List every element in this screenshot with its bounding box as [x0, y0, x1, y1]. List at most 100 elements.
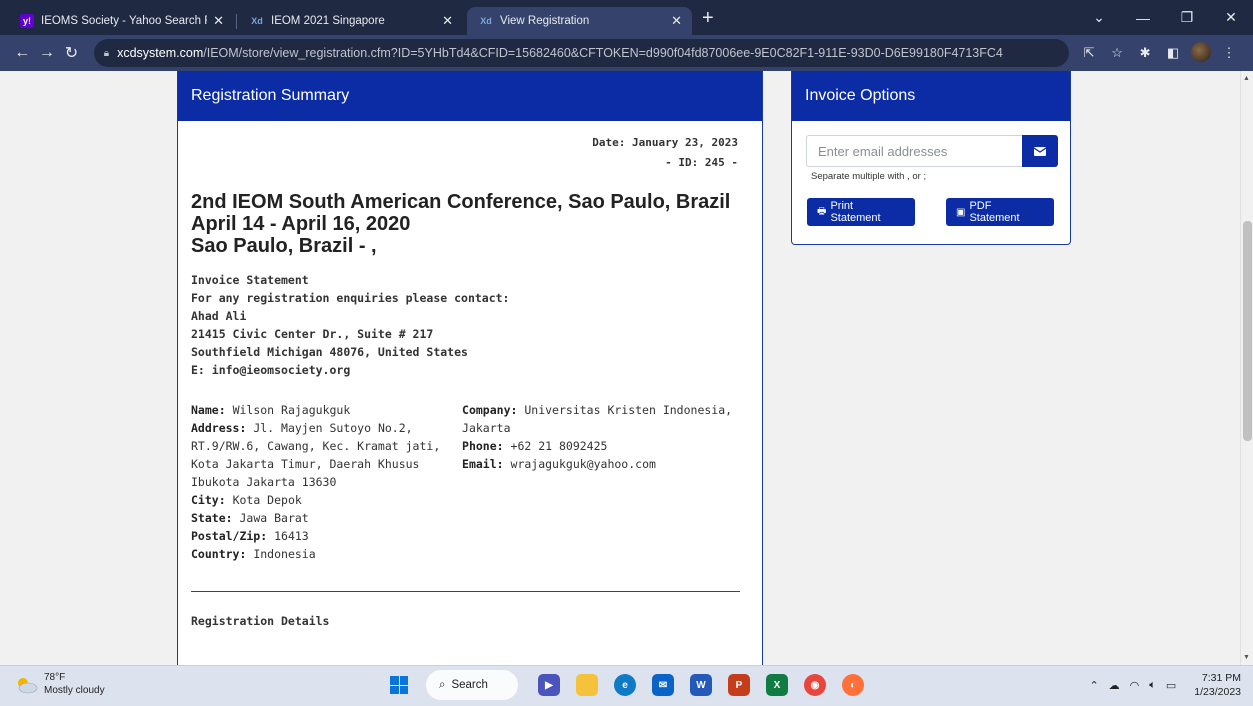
clock[interactable]: 7:31 PM 1/23/2023	[1194, 671, 1241, 699]
conference-dates: April 14 - April 16, 2020	[191, 213, 411, 235]
onedrive-icon[interactable]: ☁	[1109, 679, 1120, 692]
back-arrow-icon[interactable]: ←	[10, 44, 35, 62]
invoice-statement-label: Invoice Statement	[191, 273, 309, 287]
extensions-puzzle-icon[interactable]: ✱	[1131, 45, 1159, 61]
close-icon[interactable]: ✕	[213, 13, 224, 29]
contact-block: Invoice Statement For any registration e…	[191, 271, 738, 379]
windows-taskbar: 78°F Mostly cloudy ⌕ Search ▶ e ✉ W P X …	[0, 665, 1253, 706]
powerpoint-icon[interactable]: P	[728, 674, 750, 696]
email-hint: Separate multiple with , or ;	[811, 171, 927, 182]
forward-arrow-icon[interactable]: →	[35, 44, 60, 62]
volume-icon[interactable]: 🔈︎	[1149, 679, 1156, 692]
weather-condition: Mostly cloudy	[44, 685, 105, 696]
search-label: Search	[451, 679, 488, 691]
state-field: State: Jawa Barat	[191, 511, 309, 525]
edge-icon[interactable]: e	[614, 674, 636, 696]
conference-location: Sao Paulo, Brazil - ,	[191, 235, 377, 257]
share-icon[interactable]: ⇱	[1075, 45, 1103, 61]
profile-avatar[interactable]	[1187, 41, 1215, 65]
close-icon[interactable]: ✕	[671, 13, 682, 29]
browser-tab-strip: y! IEOMS Society - Yahoo Search Re ✕ Xd …	[0, 0, 1253, 35]
file-explorer-icon[interactable]	[576, 674, 598, 696]
conference-name: 2nd IEOM South American Conference, Sao …	[191, 191, 731, 213]
print-statement-button[interactable]: 🖶︎ Print Statement	[807, 198, 915, 226]
company-field: Company: Universitas Kristen Indonesia, …	[462, 403, 733, 435]
firefox-icon[interactable]: ◐	[842, 674, 864, 696]
search-icon: ⌕	[439, 678, 446, 691]
registrant-left-column: Name: Wilson Rajagukguk Address: Jl. May…	[191, 401, 462, 563]
registrant-details: Name: Wilson Rajagukguk Address: Jl. May…	[191, 401, 738, 563]
scrollbar-thumb[interactable]	[1243, 221, 1252, 441]
panel-header: Registration Summary	[178, 71, 762, 121]
clock-date: 1/23/2023	[1194, 686, 1241, 698]
close-icon[interactable]: ✕	[442, 13, 453, 29]
tab-yahoo-search[interactable]: y! IEOMS Society - Yahoo Search Re ✕	[8, 7, 237, 35]
windows-start-icon[interactable]	[390, 676, 408, 694]
tab-title: View Registration	[500, 15, 590, 27]
address-bar[interactable]: 🔒︎ xcdsystem.com/IEOM/store/view_registr…	[93, 39, 1070, 67]
chrome-icon[interactable]: ◉	[804, 674, 826, 696]
teams-icon[interactable]: ▶	[538, 674, 560, 696]
pdf-statement-button[interactable]: ▣ PDF Statement	[946, 198, 1054, 226]
country-field: Country: Indonesia	[191, 547, 316, 561]
temperature: 78°F	[44, 672, 66, 683]
contact-name: Ahad Ali	[191, 309, 247, 323]
contact-city: Southfield Michigan 48076, United States	[191, 345, 468, 359]
name-field: Name: Wilson Rajagukguk	[191, 403, 351, 417]
page-scrollbar[interactable]: ▲ ▼	[1240, 71, 1253, 665]
tab-title: IEOMS Society - Yahoo Search Re	[41, 15, 208, 27]
panel-header: Invoice Options	[792, 71, 1070, 121]
contact-email[interactable]: E: info@ieomsociety.org	[191, 361, 738, 379]
email-addresses-input[interactable]	[806, 135, 1022, 167]
taskbar-apps: ⌕ Search ▶ e ✉ W P X ◉ ◐	[390, 670, 872, 700]
email-field: Email: wrajagukguk@yahoo.com	[462, 457, 656, 471]
minimize-button[interactable]: —	[1121, 10, 1165, 26]
printer-icon: 🖶︎	[817, 205, 827, 217]
print-statement-label: Print Statement	[830, 200, 881, 224]
scroll-down-arrow-icon[interactable]: ▼	[1243, 654, 1250, 661]
side-panel-icon[interactable]: ◧	[1159, 45, 1187, 61]
battery-icon[interactable]: ▭	[1166, 679, 1176, 692]
reload-icon[interactable]: ↻	[59, 43, 84, 63]
taskbar-search[interactable]: ⌕ Search	[426, 670, 518, 700]
word-icon[interactable]: W	[690, 674, 712, 696]
tab-search-chevron-icon[interactable]: ⌄	[1077, 9, 1121, 26]
contact-street: 21415 Civic Center Dr., Suite # 217	[191, 327, 434, 341]
url-path: /IEOM/store/view_registration.cfm?ID=5YH…	[203, 46, 1003, 60]
registration-summary-panel: Registration Summary Date: January 23, 2…	[177, 71, 763, 665]
section-divider	[191, 591, 740, 592]
cloudy-weather-icon	[14, 676, 38, 694]
menu-dots-icon[interactable]: ⋮	[1215, 45, 1243, 61]
xcd-icon: Xd	[480, 16, 492, 26]
wifi-icon[interactable]: ◠	[1130, 679, 1140, 692]
conference-title: 2nd IEOM South American Conference, Sao …	[191, 191, 738, 257]
phone-field: Phone: +62 21 8092425	[462, 439, 608, 453]
registration-id: - ID: 245 -	[665, 156, 738, 169]
pdf-statement-label: PDF Statement	[969, 200, 1020, 224]
lock-icon[interactable]: 🔒︎	[104, 48, 109, 59]
tab-view-registration[interactable]: Xd View Registration ✕	[467, 7, 692, 35]
invoice-options-panel: Invoice Options Separate multiple with ,…	[791, 71, 1071, 245]
envelope-icon	[1034, 146, 1046, 156]
statement-date: Date: January 23, 2023	[592, 136, 738, 149]
enquiries-text: For any registration enquiries please co…	[191, 291, 510, 305]
url-host: xcdsystem.com	[117, 46, 204, 60]
excel-icon[interactable]: X	[766, 674, 788, 696]
scroll-up-arrow-icon[interactable]: ▲	[1243, 75, 1250, 82]
send-email-button[interactable]	[1022, 135, 1058, 167]
tab-title: IEOM 2021 Singapore	[271, 15, 385, 27]
chevron-up-icon[interactable]: ⌃	[1089, 679, 1098, 692]
system-tray: ⌃ ☁ ◠ 🔈︎ ▭ 7:31 PM 1/23/2023	[1079, 671, 1241, 699]
restore-button[interactable]: ❐	[1165, 9, 1209, 26]
mail-icon[interactable]: ✉	[652, 674, 674, 696]
bookmark-star-icon[interactable]: ☆	[1103, 45, 1131, 61]
weather-widget[interactable]: 78°F Mostly cloudy	[14, 671, 105, 697]
yahoo-icon: y!	[20, 14, 34, 28]
clock-time: 7:31 PM	[1201, 672, 1241, 684]
page-viewport: Registration Summary Date: January 23, 2…	[0, 71, 1240, 665]
pdf-file-icon: ▣	[956, 206, 966, 218]
tab-ieom-singapore[interactable]: Xd IEOM 2021 Singapore ✕	[238, 7, 463, 35]
registration-details-heading: Registration Details	[191, 614, 330, 628]
new-tab-button[interactable]: +	[702, 7, 714, 30]
close-window-button[interactable]: ✕	[1209, 9, 1253, 26]
